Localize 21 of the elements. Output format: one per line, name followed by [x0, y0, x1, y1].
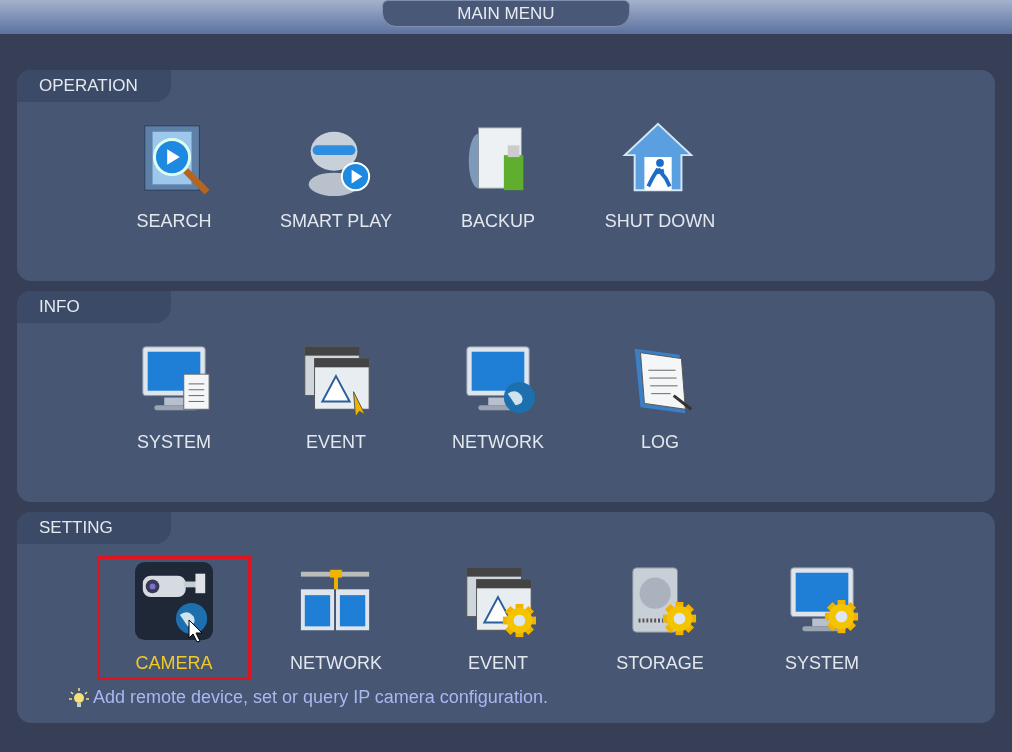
menu-item[interactable]: NETWORK	[259, 556, 413, 680]
menu-item[interactable]: EVENT	[259, 335, 413, 459]
section-title: SETTING	[17, 512, 171, 544]
section-title: OPERATION	[17, 70, 171, 102]
section-title: INFO	[17, 291, 171, 323]
menu-item[interactable]: SEARCH	[97, 114, 251, 238]
menu-item[interactable]: EVENT	[421, 556, 575, 680]
menu-item[interactable]: SYSTEM	[745, 556, 899, 680]
menu-item[interactable]: SYSTEM	[97, 335, 251, 459]
mouse-pointer-icon	[188, 619, 204, 643]
menu-item[interactable]: NETWORK	[421, 335, 575, 459]
menu-item[interactable]: LOG	[583, 335, 737, 459]
window-title: MAIN MENU	[382, 0, 630, 27]
menu-item[interactable]: BACKUP	[421, 114, 575, 238]
menu-item[interactable]: STORAGE	[583, 556, 737, 680]
menu-item[interactable]: SHUT DOWN	[583, 114, 737, 238]
menu-item[interactable]: CAMERA	[97, 556, 251, 680]
light-bulb-icon	[69, 687, 89, 708]
hint-text: Add remote device, set or query IP camera configuration.	[93, 686, 548, 709]
menu-item[interactable]: SMART PLAY	[259, 114, 413, 238]
camera-globe-icon	[134, 562, 214, 640]
